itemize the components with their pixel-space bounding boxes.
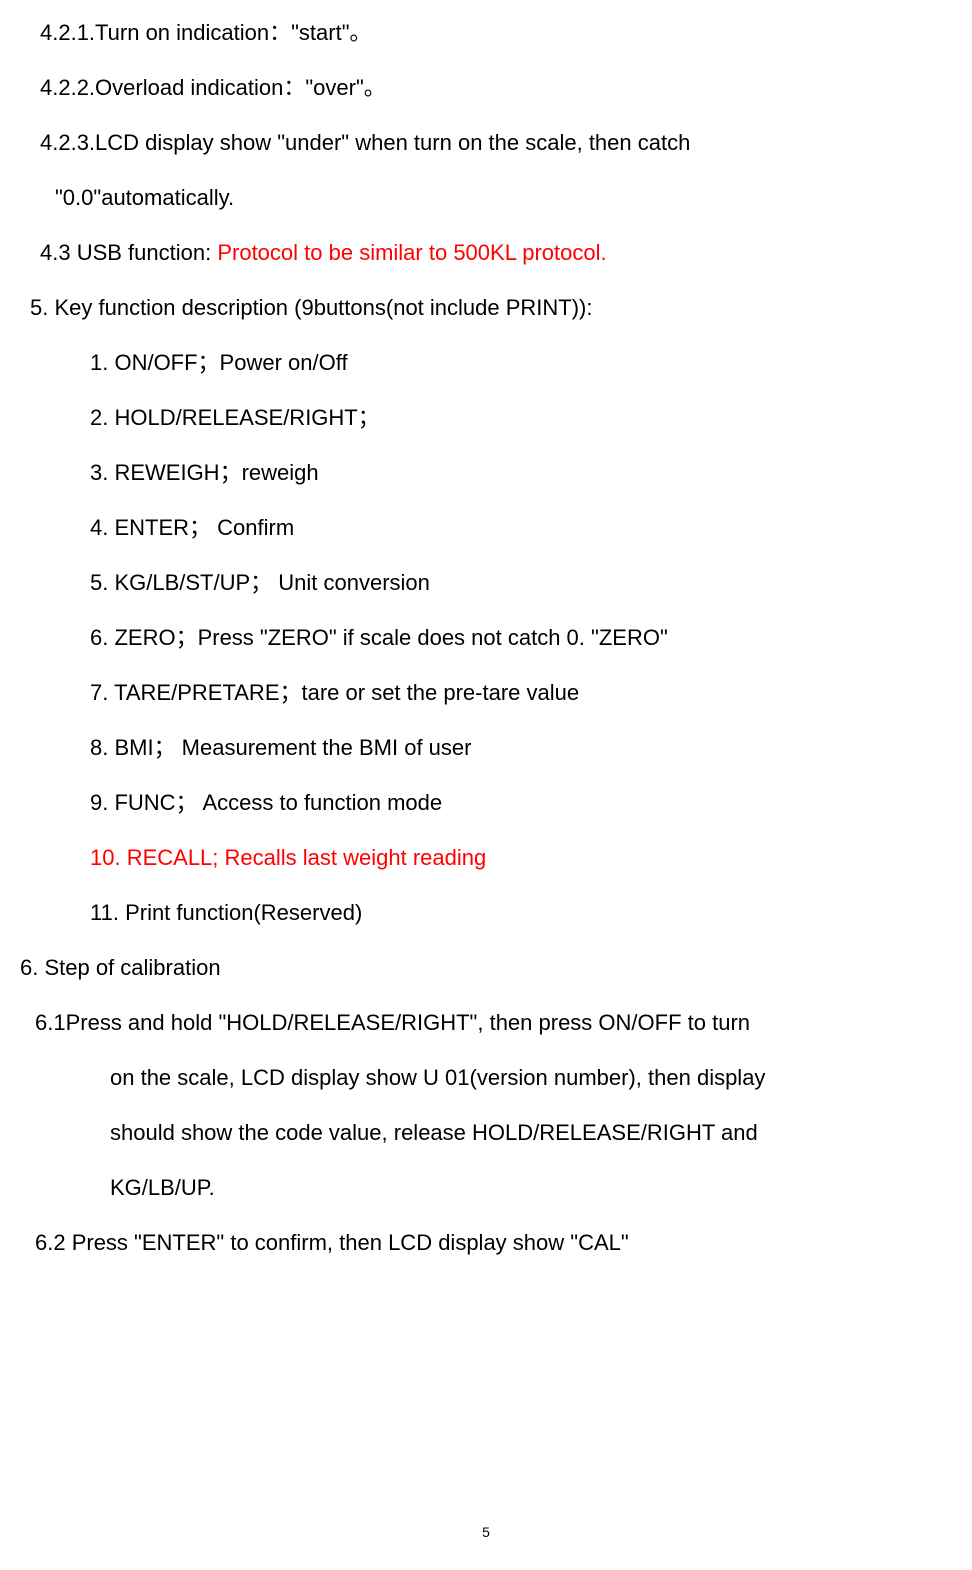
page-number: 5	[482, 1515, 490, 1550]
text-line-61d: KG/LB/UP.	[20, 1160, 952, 1215]
document-content: 4.2.1.Turn on indication："start"。 4.2.2.…	[20, 0, 952, 1270]
text-line-422: 4.2.2.Overload indication："over"。	[20, 60, 952, 115]
key-item-2: 2. HOLD/RELEASE/RIGHT；	[20, 390, 952, 445]
key-item-7: 7. TARE/PRETARE；tare or set the pre-tare…	[20, 665, 952, 720]
text-43-red: Protocol to be similar to 500KL protocol…	[217, 240, 606, 265]
text-line-62: 6.2 Press "ENTER" to confirm, then LCD d…	[20, 1215, 952, 1270]
key-item-3: 3. REWEIGH；reweigh	[20, 445, 952, 500]
text-line-61c: should show the code value, release HOLD…	[20, 1105, 952, 1160]
key-item-5: 5. KG/LB/ST/UP； Unit conversion	[20, 555, 952, 610]
key-item-8: 8. BMI； Measurement the BMI of user	[20, 720, 952, 775]
text-line-6: 6. Step of calibration	[20, 940, 952, 995]
key-item-11: 11. Print function(Reserved)	[20, 885, 952, 940]
key-item-10: 10. RECALL; Recalls last weight reading	[20, 830, 952, 885]
text-line-61a: 6.1Press and hold "HOLD/RELEASE/RIGHT", …	[20, 995, 952, 1050]
text-line-61b: on the scale, LCD display show U 01(vers…	[20, 1050, 952, 1105]
text-line-5: 5. Key function description (9buttons(no…	[20, 280, 952, 335]
key-item-4: 4. ENTER； Confirm	[20, 500, 952, 555]
key-item-6: 6. ZERO；Press "ZERO" if scale does not c…	[20, 610, 952, 665]
key-item-1: 1. ON/OFF；Power on/Off	[20, 335, 952, 390]
text-line-423b: "0.0"automatically.	[20, 170, 952, 225]
key-item-9: 9. FUNC； Access to function mode	[20, 775, 952, 830]
text-line-43: 4.3 USB function: Protocol to be similar…	[20, 225, 952, 280]
text-line-423a: 4.2.3.LCD display show "under" when turn…	[20, 115, 952, 170]
text-43-prefix: 4.3 USB function:	[40, 240, 217, 265]
text-line-421: 4.2.1.Turn on indication："start"。	[20, 5, 952, 60]
